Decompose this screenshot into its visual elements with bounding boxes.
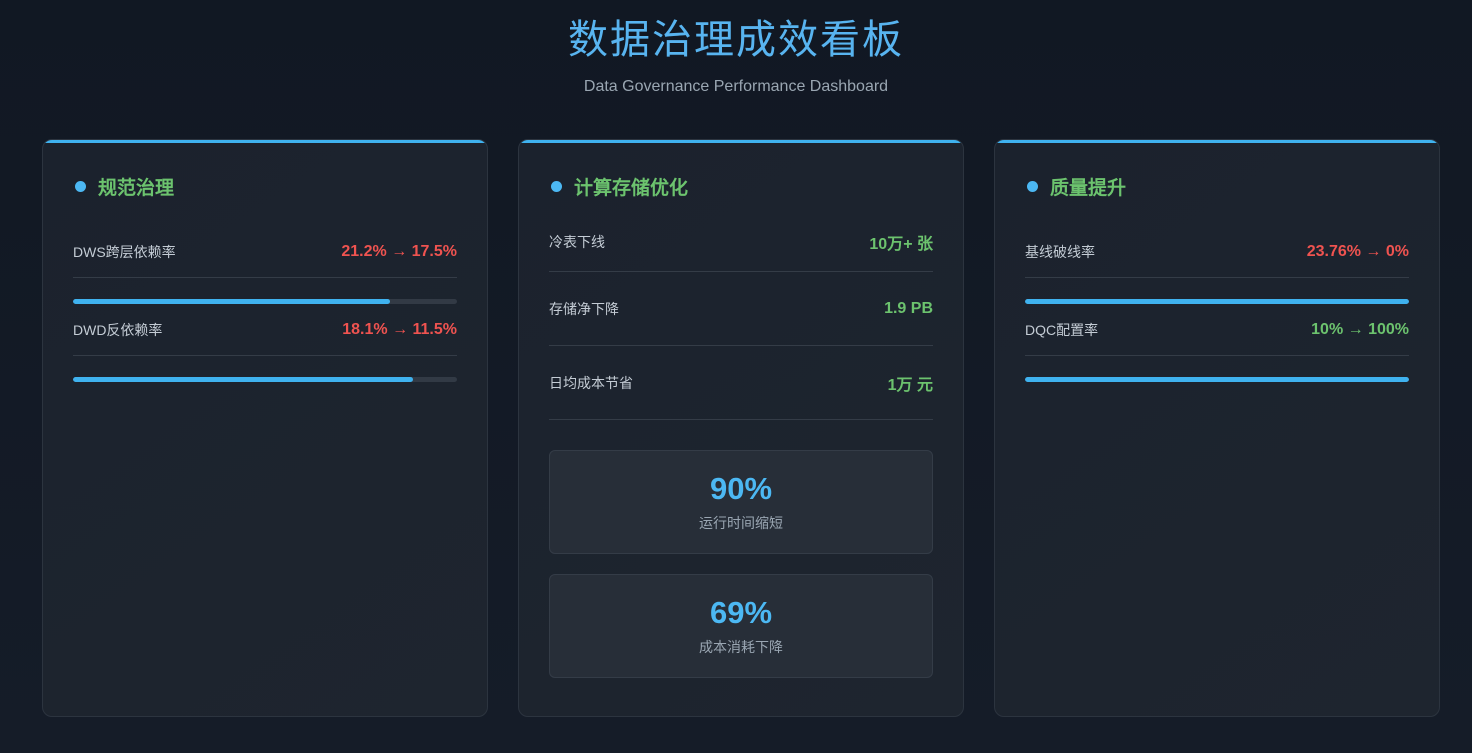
metric-row: 冷表下线 10万+ 张	[549, 212, 933, 272]
metric-row: DQC配置率 10% → 100%	[1025, 304, 1409, 356]
metric-value: 10万+ 张	[869, 235, 933, 253]
card-title: 计算存储优化	[549, 174, 933, 199]
metric-value: 1.9 PB	[884, 299, 933, 317]
stat-label: 运行时间缩短	[699, 516, 783, 532]
stat-value: 90%	[709, 471, 773, 506]
metric-label: 冷表下线	[549, 233, 605, 250]
metric-row: 日均成本节省 1万 元	[549, 346, 933, 420]
metric-label: DWD反依赖率	[73, 321, 163, 338]
card-title-text: 规范治理	[98, 176, 175, 199]
stat-value: 69%	[709, 595, 773, 630]
metric-label: 日均成本节省	[549, 374, 633, 391]
page-title: 数据治理成效看板	[568, 17, 904, 63]
stat-box: 69% 成本消耗下降	[549, 574, 933, 678]
bullet-dot-icon	[1027, 180, 1038, 192]
bullet-dot-icon	[75, 180, 86, 192]
progress-bar	[73, 377, 457, 382]
metric-value: 10% → 100%	[1311, 320, 1409, 338]
metric-row: DWD反依赖率 18.1% → 11.5%	[73, 304, 457, 356]
card-title: 质量提升	[1025, 174, 1409, 199]
metric-label: 基线破线率	[1025, 243, 1095, 260]
card-quality-improvement: 质量提升 基线破线率 23.76% → 0% DQC配置率 10% → 100%	[994, 139, 1440, 717]
card-title-text: 质量提升	[1050, 176, 1127, 199]
metric-label: DWS跨层依赖率	[73, 243, 176, 260]
card-grid: 规范治理 DWS跨层依赖率 21.2% → 17.5% DWD反依赖率 18.1…	[42, 139, 1440, 717]
metric-value: 23.76% → 0%	[1306, 242, 1409, 260]
metric-row: 存储净下降 1.9 PB	[549, 272, 933, 346]
stat-label: 成本消耗下降	[699, 640, 783, 656]
progress-fill	[1025, 377, 1409, 382]
card-compute-storage-optimization: 计算存储优化 冷表下线 10万+ 张 存储净下降 1.9 PB 日均成本节省 1…	[518, 139, 964, 717]
metric-value: 1万 元	[887, 376, 933, 394]
metric-row: 基线破线率 23.76% → 0%	[1025, 226, 1409, 278]
progress-bar	[1025, 377, 1409, 382]
card-title-text: 计算存储优化	[574, 176, 689, 199]
dashboard-header: 数据治理成效看板 Data Governance Performance Das…	[0, 0, 1472, 96]
card-title: 规范治理	[73, 174, 457, 199]
page-subtitle: Data Governance Performance Dashboard	[583, 78, 889, 95]
metric-label: DQC配置率	[1025, 321, 1099, 338]
stat-box: 90% 运行时间缩短	[549, 450, 933, 554]
card-standard-governance: 规范治理 DWS跨层依赖率 21.2% → 17.5% DWD反依赖率 18.1…	[42, 139, 488, 717]
metric-row: DWS跨层依赖率 21.2% → 17.5%	[73, 226, 457, 278]
metric-label: 存储净下降	[549, 300, 619, 317]
bullet-dot-icon	[551, 180, 562, 192]
metric-value: 21.2% → 17.5%	[341, 242, 457, 260]
metric-value: 18.1% → 11.5%	[342, 320, 457, 338]
progress-fill	[73, 377, 413, 382]
